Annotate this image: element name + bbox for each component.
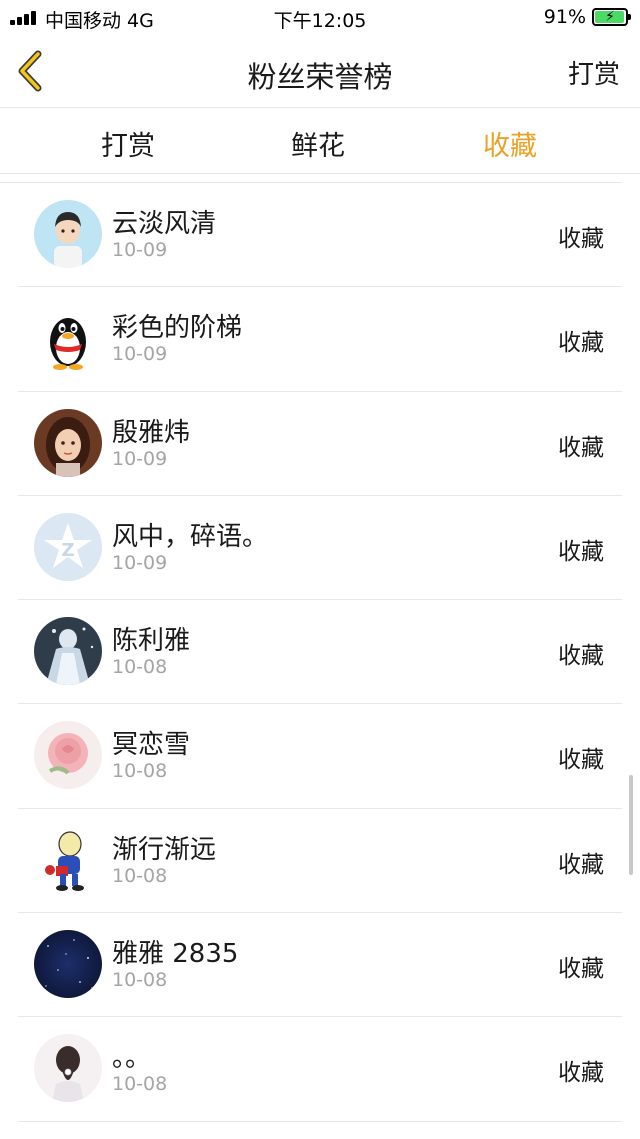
- tab-flowers[interactable]: 鲜花: [258, 124, 378, 163]
- action-label: 收藏: [558, 643, 604, 670]
- fan-row[interactable]: 彩色的阶梯 10-09 收藏: [18, 287, 622, 392]
- fan-row[interactable]: 渐行渐远 10-08 收藏: [18, 809, 622, 914]
- fan-row[interactable]: 殷雅炜 10-09 收藏: [18, 392, 622, 496]
- cartoon-boy-avatar: [34, 200, 102, 268]
- fan-row[interactable]: Z 风中，碎语。 10-09 收藏: [18, 496, 622, 601]
- fan-date: 10-08: [112, 864, 168, 887]
- battery-icon: ⚡: [592, 8, 631, 26]
- fan-list: 云淡风清 10-09 收藏 彩色的阶梯 10-09 收藏 殷雅炜 10-09 收…: [18, 183, 622, 1122]
- action-label: 收藏: [558, 226, 604, 252]
- reward-button[interactable]: 打赏: [568, 54, 620, 91]
- fan-name: 冥恋雪: [112, 730, 191, 761]
- fan-name: 彩色的阶梯: [112, 313, 243, 344]
- fan-row[interactable]: 。。 10-08 收藏: [18, 1017, 622, 1122]
- fan-row[interactable]: 雅雅 2835 10-08 收藏: [18, 913, 622, 1018]
- fan-name: 雅雅 2835: [112, 939, 239, 970]
- tab-favorites[interactable]: 收藏: [450, 124, 570, 163]
- svg-text:Z: Z: [61, 540, 74, 561]
- princess-avatar: [34, 617, 102, 686]
- cartoon-character-avatar: [34, 825, 102, 894]
- action-label: 收藏: [558, 434, 604, 461]
- fan-row[interactable]: 冥恋雪 10-08 收藏: [18, 704, 622, 809]
- action-label: 收藏: [558, 851, 604, 878]
- girl-portrait-avatar: [34, 408, 102, 477]
- fan-name: 风中，碎语。: [112, 521, 269, 552]
- scrollbar[interactable]: [629, 775, 633, 875]
- fan-name: 渐行渐远: [112, 834, 217, 865]
- fan-name: 陈利雅: [112, 626, 191, 657]
- fan-row[interactable]: 云淡风清 10-09 收藏: [18, 183, 622, 288]
- action-label: 收藏: [558, 538, 604, 565]
- status-bar: 中国移动 4G 下午12:05 91% ⚡: [0, 0, 640, 34]
- night-sky-avatar: [34, 930, 102, 999]
- fan-date: 10-08: [112, 969, 168, 992]
- fan-name: 殷雅炜: [112, 417, 191, 448]
- fan-name: 云淡风清: [112, 209, 217, 239]
- tab-bar: 打赏 鲜花 收藏: [0, 108, 640, 174]
- fan-date: 10-09: [112, 239, 168, 261]
- battery-percent: 91%: [543, 6, 586, 28]
- girl-back-avatar: [34, 1034, 102, 1103]
- qzone-star-avatar: Z: [34, 512, 102, 581]
- fan-row[interactable]: 陈利雅 10-08 收藏: [18, 600, 622, 705]
- qq-penguin-avatar: [34, 304, 102, 373]
- page-title: 粉丝荣誉榜: [247, 60, 393, 94]
- action-label: 收藏: [558, 1060, 604, 1087]
- fan-date: 10-09: [112, 343, 168, 366]
- fan-date: 10-09: [112, 447, 168, 470]
- tab-reward[interactable]: 打赏: [68, 124, 188, 163]
- rose-avatar: [34, 721, 102, 790]
- action-label: 收藏: [558, 330, 604, 357]
- action-label: 收藏: [558, 956, 604, 983]
- nav-bar: 粉丝荣誉榜 打赏: [0, 34, 640, 108]
- action-label: 收藏: [558, 747, 604, 774]
- fan-date: 10-08: [112, 1073, 168, 1096]
- fan-name: 。。: [112, 1043, 152, 1074]
- fan-date: 10-08: [112, 760, 168, 783]
- fan-date: 10-09: [112, 551, 168, 574]
- fan-date: 10-08: [112, 656, 168, 679]
